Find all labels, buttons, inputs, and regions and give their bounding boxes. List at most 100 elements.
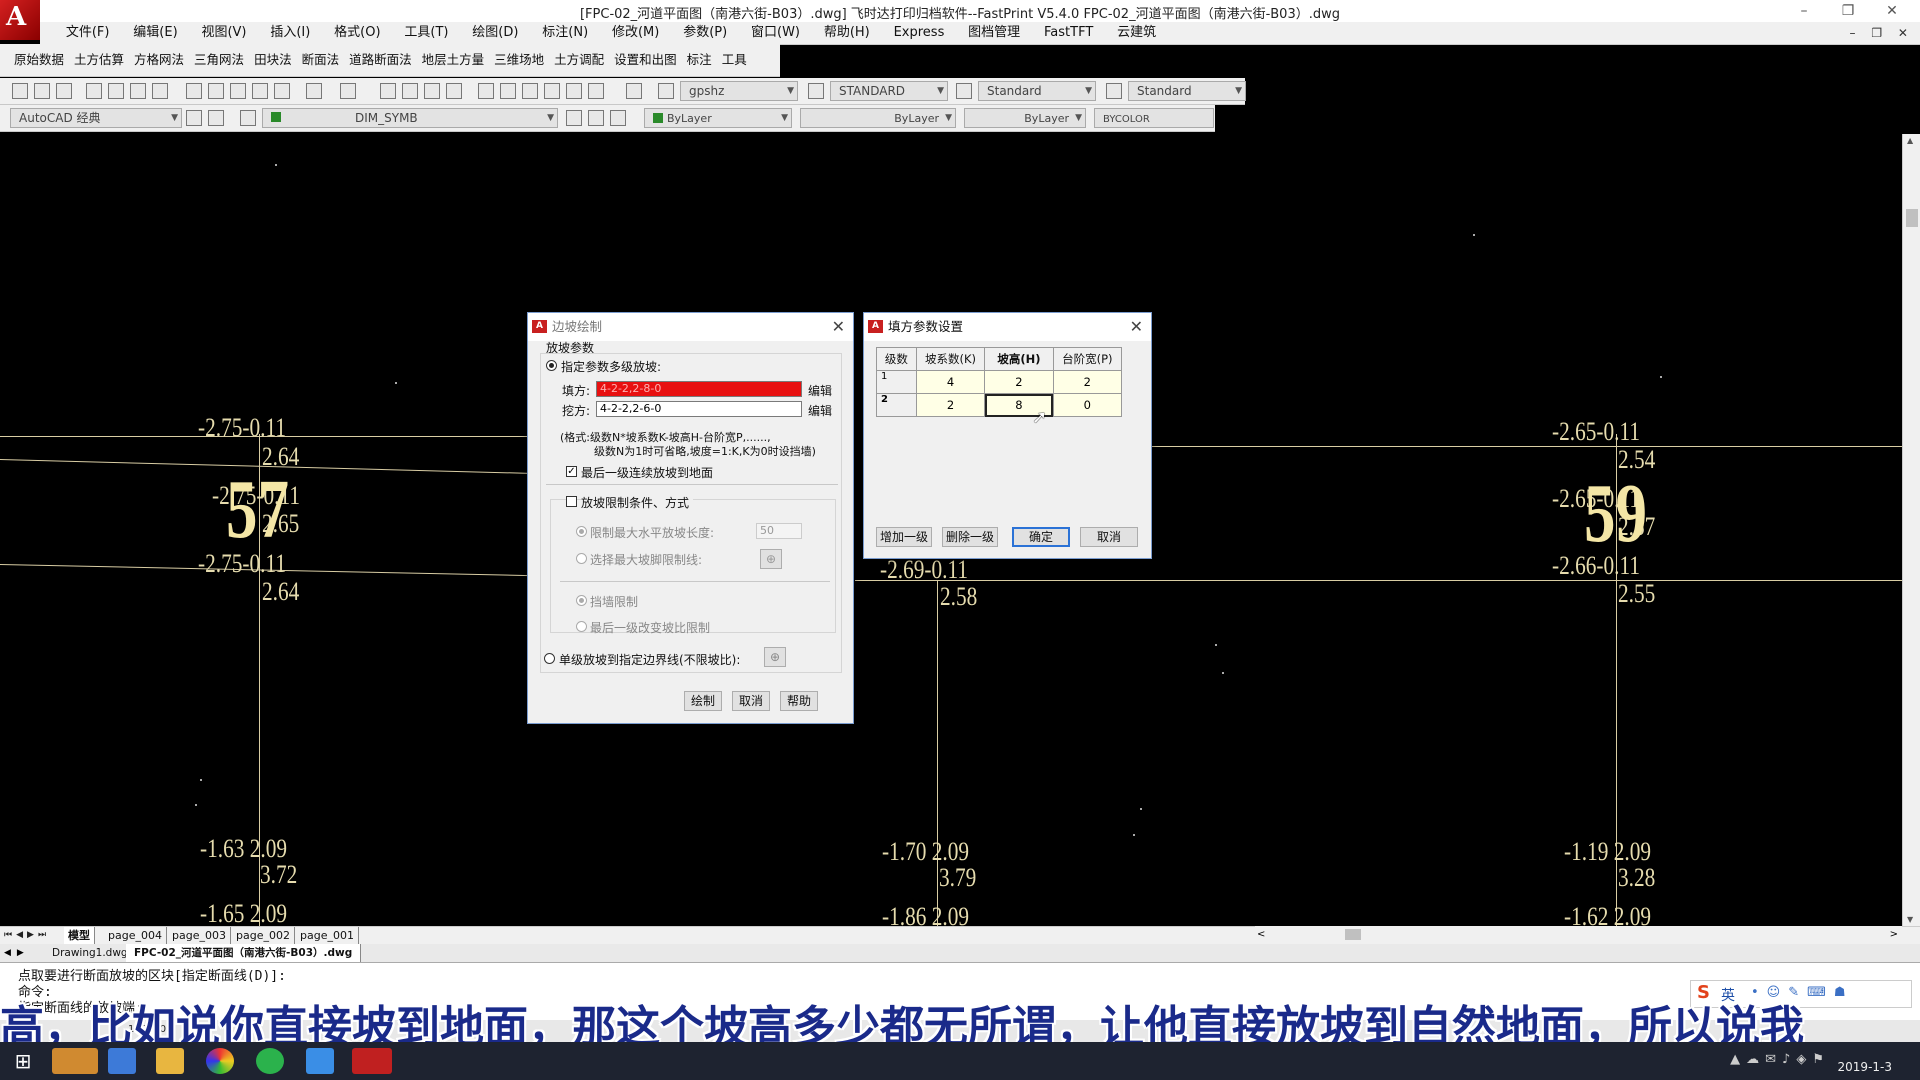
- ok-button[interactable]: 确定: [1012, 527, 1070, 547]
- close-icon[interactable]: ✕: [832, 313, 845, 341]
- block-editor-icon[interactable]: [274, 83, 290, 99]
- custom-menu-item[interactable]: 方格网法: [129, 44, 189, 76]
- dim-style-select[interactable]: STANDARD ▼: [830, 81, 948, 101]
- paste-icon[interactable]: [230, 83, 246, 99]
- plot-icon[interactable]: [86, 83, 102, 99]
- menu-doc-manage[interactable]: 图档管理: [958, 22, 1030, 44]
- menu-tools[interactable]: 工具(T): [394, 22, 458, 44]
- cut-params-input[interactable]: 4-2-2,2-6-0: [596, 401, 802, 417]
- horizontal-scrollbar[interactable]: < >: [1255, 926, 1902, 943]
- scroll-left-icon[interactable]: <: [1257, 926, 1265, 943]
- copy-icon[interactable]: [208, 83, 224, 99]
- menu-file[interactable]: 文件(F): [56, 22, 120, 44]
- tab-page-002[interactable]: page_002: [232, 927, 295, 944]
- scroll-right-icon[interactable]: >: [1890, 926, 1898, 943]
- help-button[interactable]: 帮助: [780, 691, 818, 711]
- open-icon[interactable]: [34, 83, 50, 99]
- chrome-icon[interactable]: [206, 1048, 234, 1074]
- properties-icon[interactable]: [478, 83, 494, 99]
- table-row[interactable]: 1 4 2 2: [876, 370, 1123, 394]
- table-style-select[interactable]: Standard ▼: [978, 81, 1096, 101]
- custom-menu-item[interactable]: 断面法: [297, 44, 345, 76]
- menu-view[interactable]: 视图(V): [191, 22, 256, 44]
- fill-params-input[interactable]: 4-2-2,2-8-0: [596, 381, 802, 397]
- design-center-icon[interactable]: [500, 83, 516, 99]
- menu-edit[interactable]: 编辑(E): [123, 22, 187, 44]
- preview-icon[interactable]: [108, 83, 124, 99]
- pick-line-icon[interactable]: ⊕: [760, 549, 782, 569]
- zoom-realtime-icon[interactable]: [402, 83, 418, 99]
- tab-model[interactable]: 模型: [64, 927, 95, 944]
- new-icon[interactable]: [12, 83, 28, 99]
- menu-window[interactable]: 窗口(W): [741, 22, 810, 44]
- windows-start-icon[interactable]: ⊞: [8, 1048, 38, 1074]
- custom-menu-item[interactable]: 标注: [682, 44, 717, 76]
- taskbar-app-icon[interactable]: [108, 1048, 136, 1074]
- table-row[interactable]: 2 2 8 0: [876, 393, 1123, 417]
- menu-dimension[interactable]: 标注(N): [532, 22, 598, 44]
- vertical-scrollbar[interactable]: ▲ ▼: [1902, 134, 1920, 926]
- menu-modify[interactable]: 修改(M): [602, 22, 669, 44]
- 3d-publish-icon[interactable]: [152, 83, 168, 99]
- menu-format[interactable]: 格式(O): [324, 22, 390, 44]
- tab-page-004[interactable]: page_004: [104, 927, 167, 944]
- tab-nav-arrows-icon[interactable]: ⏮◀▶⏭: [4, 927, 50, 944]
- cut-icon[interactable]: [186, 83, 202, 99]
- redo-icon[interactable]: [340, 83, 356, 99]
- tray-icons[interactable]: ▲☁✉♪◈⚑: [1730, 1052, 1830, 1067]
- custom-menu-item[interactable]: 三角网法: [189, 44, 249, 76]
- linetype-select[interactable]: ByLayer ▼: [800, 108, 956, 128]
- save-icon[interactable]: [56, 83, 72, 99]
- dialog-title-bar[interactable]: A 边坡绘制 ✕: [528, 313, 853, 341]
- mleader-style-icon[interactable]: [1106, 83, 1122, 99]
- workspace-settings-icon[interactable]: [186, 110, 202, 126]
- cancel-button[interactable]: 取消: [1080, 527, 1138, 547]
- draw-button[interactable]: 绘制: [684, 691, 722, 711]
- layer-previous-icon[interactable]: [588, 110, 604, 126]
- lineweight-select[interactable]: ByLayer ▼: [964, 108, 1086, 128]
- text-style-select[interactable]: gpshz ▼: [680, 81, 798, 101]
- radio-change-ratio[interactable]: [576, 621, 587, 632]
- pick-boundary-icon[interactable]: ⊕: [764, 647, 786, 667]
- mleader-style-select[interactable]: Standard ▼: [1128, 81, 1246, 101]
- color-select[interactable]: ByLayer ▼: [644, 108, 792, 128]
- taskbar-app-icon[interactable]: [52, 1048, 98, 1074]
- publish-icon[interactable]: [130, 83, 146, 99]
- grid-cell-k[interactable]: 4: [915, 370, 986, 394]
- menu-fasttft[interactable]: FastTFT: [1034, 22, 1103, 44]
- scroll-up-icon[interactable]: ▲: [1907, 136, 1913, 145]
- close-window-button[interactable]: ✕: [1870, 0, 1914, 22]
- workspace-toggle-icon[interactable]: [208, 110, 224, 126]
- custom-menu-item[interactable]: 三维场地: [489, 44, 549, 76]
- sheet-set-icon[interactable]: [544, 83, 560, 99]
- menu-express[interactable]: Express: [884, 22, 955, 44]
- radio-max-line[interactable]: [576, 553, 587, 564]
- radio-wall[interactable]: [576, 595, 587, 606]
- custom-menu-item[interactable]: 工具: [717, 44, 752, 76]
- scroll-thumb[interactable]: [1345, 929, 1361, 940]
- menu-help[interactable]: 帮助(H): [814, 22, 880, 44]
- checkbox-last-to-ground[interactable]: ✓: [566, 466, 577, 477]
- menu-cloud[interactable]: 云建筑: [1107, 22, 1166, 44]
- radio-max-length[interactable]: [576, 526, 587, 537]
- mdi-controls[interactable]: – ❐ ✕: [1850, 22, 1914, 44]
- minimize-button[interactable]: –: [1782, 0, 1826, 22]
- file-tab-drawing1[interactable]: Drawing1.dwg: [44, 944, 137, 962]
- tab-page-003[interactable]: page_003: [168, 927, 231, 944]
- max-length-input[interactable]: 50: [756, 523, 802, 539]
- autocad-taskbar-icon[interactable]: [352, 1048, 392, 1074]
- cut-edit-link[interactable]: 编辑: [808, 402, 832, 419]
- custom-menu-item[interactable]: 道路断面法: [344, 44, 417, 76]
- calculator-icon[interactable]: [588, 83, 604, 99]
- scroll-thumb[interactable]: [1906, 209, 1918, 227]
- taskbar-app-icon[interactable]: [306, 1048, 334, 1074]
- make-current-layer-icon[interactable]: [566, 110, 582, 126]
- tool-palette-icon[interactable]: [522, 83, 538, 99]
- file-explorer-icon[interactable]: [156, 1048, 184, 1074]
- file-tab-arrows-icon[interactable]: ◀▶: [4, 944, 30, 962]
- app-menu-button[interactable]: A: [0, 0, 40, 40]
- radio-multi-slope[interactable]: [546, 360, 557, 371]
- dialog-title-bar[interactable]: A 填方参数设置 ✕: [864, 313, 1151, 341]
- layer-select[interactable]: DIM_SYMB ▼: [262, 108, 558, 128]
- layer-manager-icon[interactable]: [240, 110, 256, 126]
